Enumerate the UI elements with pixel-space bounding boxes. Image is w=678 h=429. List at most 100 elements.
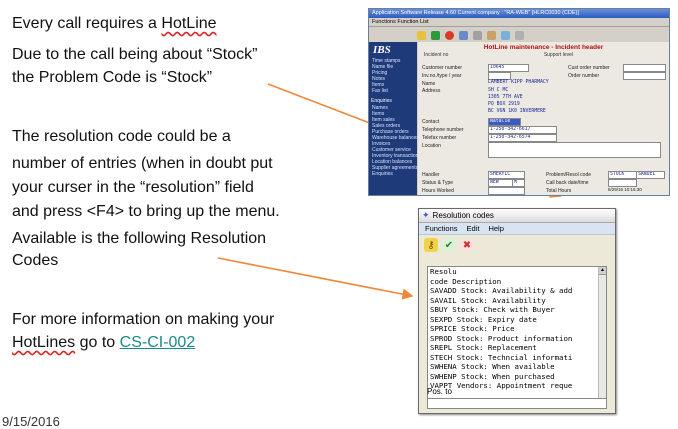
list-scrollbar[interactable]: ▲ xyxy=(598,267,606,402)
pos-to-input[interactable] xyxy=(427,398,607,409)
print-icon[interactable] xyxy=(473,30,482,40)
problem-resol-label: Problem/Resol code xyxy=(546,172,592,178)
incident-label: Incident no xyxy=(424,52,449,58)
resolution-code-row[interactable]: SAVADD Stock: Availability & add xyxy=(428,286,598,296)
pos-to-label: Pos. to xyxy=(427,387,452,396)
status-field[interactable]: NEW xyxy=(488,179,513,187)
telefax-field[interactable]: 1-250-342-6574 xyxy=(488,134,557,142)
mail-icon[interactable] xyxy=(501,30,510,40)
hours-label: Hours Worked xyxy=(422,188,454,194)
resolution-menu-bar: Functions Edit Help xyxy=(419,223,615,235)
handler-field[interactable]: SHERYLC xyxy=(488,171,525,179)
resolution-code-row[interactable]: SEXPD Stock: Expiry date xyxy=(428,315,598,325)
order-number-field[interactable] xyxy=(623,72,666,80)
status-label: Status & Type xyxy=(422,180,454,186)
resolution-code-row[interactable]: SWHENP Stock: When purchased xyxy=(428,372,598,382)
resolution-code-row[interactable]: SBUY Stock: Check with Buyer xyxy=(428,305,598,315)
para-resolution-1: number of entries (when in doubt put xyxy=(12,155,273,172)
telefax-label: Telefax number xyxy=(422,135,457,141)
cs-ci-002-link[interactable]: CS-CI-002 xyxy=(120,334,196,351)
handler-label: Handler xyxy=(422,172,440,178)
key-icon[interactable]: ⚷ xyxy=(424,238,438,252)
para-resolution-3: and press <F4> to bring up the menu. xyxy=(12,203,280,220)
incident-header-form: HotLine maintenance - Incident header In… xyxy=(418,42,669,195)
location-label: Location xyxy=(422,143,441,149)
nav-enquiry-item[interactable]: Enquiries xyxy=(369,171,417,177)
address-line-2: 1305 7TH AVE xyxy=(488,95,523,100)
ibs-logo: IBS xyxy=(373,44,391,56)
problem-code-field[interactable]: STOCK xyxy=(608,171,637,179)
contact-label: Contact xyxy=(422,119,440,125)
callback-field[interactable] xyxy=(608,179,637,187)
list-header-resolu: Resolu xyxy=(430,267,457,276)
phone-field[interactable]: 1-250-342-6617 xyxy=(488,126,557,134)
scroll-up-icon[interactable]: ▲ xyxy=(599,267,606,275)
folder-icon[interactable] xyxy=(487,30,496,40)
line-call-stock: Due to the call being about “Stock” xyxy=(12,46,258,63)
resolution-code-field[interactable]: SANUEL xyxy=(636,171,665,179)
cancel-icon[interactable]: ✖ xyxy=(460,238,474,252)
cust-order-label: Cust order number xyxy=(568,65,610,71)
para-available-1: Codes xyxy=(12,252,59,269)
resolution-code-row[interactable]: STECH Stock: Techncial informati xyxy=(428,353,598,363)
arrow-to-resolution-list xyxy=(217,257,414,300)
type-field[interactable]: M xyxy=(512,179,525,187)
resolution-code-row[interactable]: VAPPT Vendors: Appointment reque xyxy=(428,381,598,391)
resolution-code-row[interactable]: SAVAIL Stock: Availability xyxy=(428,296,598,306)
menu-edit[interactable]: Edit xyxy=(467,223,480,234)
checkmark-icon[interactable]: ✔ xyxy=(442,238,456,252)
name-label: Name xyxy=(422,81,436,87)
app-toolbar xyxy=(369,27,669,43)
phone-label: Telephone number xyxy=(422,127,464,133)
nav-item[interactable]: Fax list xyxy=(369,88,417,94)
form-title: HotLine maintenance - Incident header xyxy=(483,44,604,51)
hotlines-word: HotLines xyxy=(12,334,76,351)
slide-date: 9/15/2016 xyxy=(2,414,60,429)
check-icon[interactable] xyxy=(431,30,440,40)
app-title-bar: Application Software Release 4.60 Curren… xyxy=(369,9,669,18)
form-subheader: Incident no Support level xyxy=(418,51,669,59)
document-icon[interactable] xyxy=(459,30,468,40)
para-resolution-2: your curser in the “resolution” field xyxy=(12,179,254,196)
app-window-icon: ✦ xyxy=(422,210,430,220)
help-icon[interactable] xyxy=(515,30,524,40)
menu-help[interactable]: Help xyxy=(488,223,503,234)
resolution-code-row[interactable]: SREPL Stock: Replacement xyxy=(428,343,598,353)
customer-field[interactable]: 10645 xyxy=(488,64,529,72)
hotline-app-window: Application Software Release 4.60 Curren… xyxy=(368,8,670,196)
line1-text: Every call requires a xyxy=(12,15,162,32)
cancel-icon[interactable] xyxy=(445,30,454,40)
invno-label: Inv.no./type / year xyxy=(422,73,462,79)
key-icon[interactable] xyxy=(417,30,426,40)
hotline-word: HotLine xyxy=(161,15,217,32)
app-nav-panel: IBS Time stamps Name file Pricing Notes Item… xyxy=(369,42,421,195)
para-resolution-0: The resolution code could be a xyxy=(12,128,231,145)
address-line-3: PO BOX 2919 xyxy=(488,102,520,107)
address-line-4: BC V6N 1K0 INVERMERE xyxy=(488,109,546,114)
app-menu-bar[interactable]: Functions Function List xyxy=(369,18,669,27)
nav-enquiries-head: Enquiries xyxy=(371,98,392,104)
hours-field[interactable] xyxy=(488,187,525,195)
cust-order-field[interactable] xyxy=(623,64,666,72)
status-clock: 8/29/16 10:16:30 xyxy=(608,187,642,192)
line-problem-code: the Problem Code is “Stock” xyxy=(12,69,213,86)
order-number-label: Order number xyxy=(568,73,600,79)
location-field[interactable] xyxy=(488,142,661,158)
para-more-info-1: HotLines go to CS-CI-002 xyxy=(12,333,195,353)
menu-functions[interactable]: Functions xyxy=(425,223,458,234)
callback-label: Call back date/time xyxy=(546,180,589,186)
resolution-code-list[interactable]: Resolu code Description SAVADD Stock: Av… xyxy=(427,266,607,403)
invno-field[interactable] xyxy=(488,72,511,80)
para-more-info-0: For more information on making your xyxy=(12,311,275,328)
contact-field[interactable]: Natalie xyxy=(488,118,521,126)
para-available-0: Available is the following Resolution xyxy=(12,230,267,247)
support-label: Support level xyxy=(543,52,573,58)
resolution-code-row[interactable]: SPRICE Stock: Price xyxy=(428,324,598,334)
resolution-codes-dialog: ✦ Resolution codes Functions Edit Help ⚷… xyxy=(418,208,616,414)
resolution-code-row[interactable]: SPROD Stock: Product information xyxy=(428,334,598,344)
name-value: LAMBERT KIPP PHARMACY xyxy=(488,80,549,85)
resolution-code-row[interactable]: SWHENA Stock: When available xyxy=(428,362,598,372)
resolution-title-bar: ✦ Resolution codes xyxy=(419,209,615,223)
address-line-1: SH C MC xyxy=(488,88,509,93)
list-header-code-description: code Description xyxy=(430,276,502,286)
